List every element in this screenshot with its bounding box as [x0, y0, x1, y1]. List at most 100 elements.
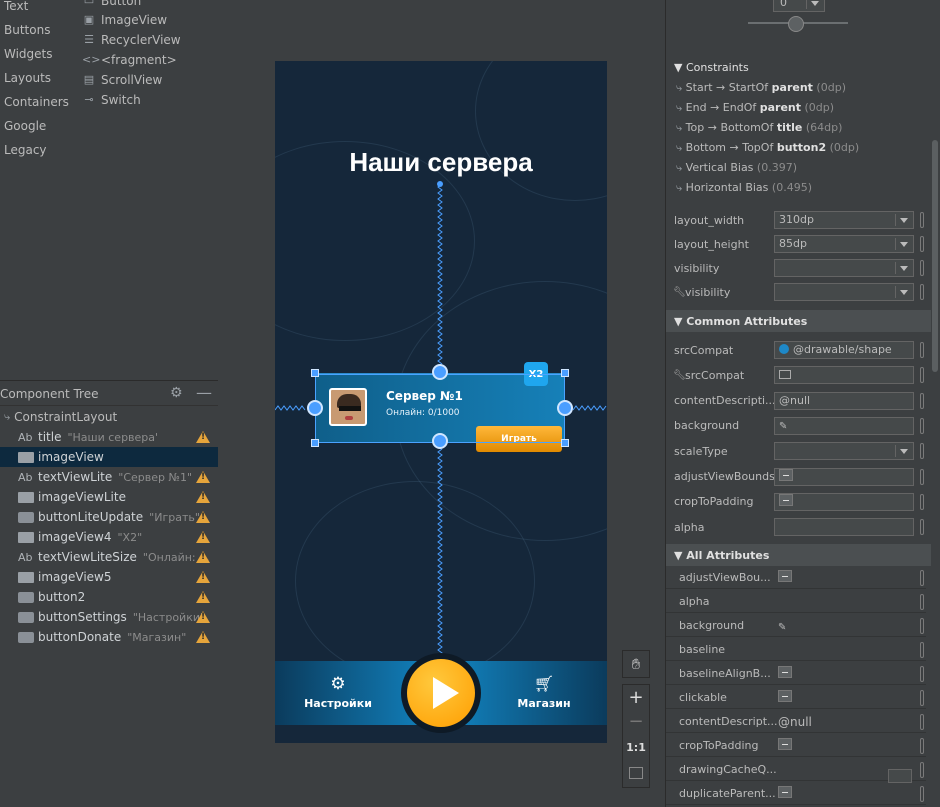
tree-row-textViewLite[interactable]: Ab textViewLite "Сервер №1" [0, 467, 218, 487]
attribute-reference-button[interactable] [920, 618, 924, 634]
tree-row-root[interactable]: ⤷ ConstraintLayout [0, 407, 218, 427]
attribute-reference-button[interactable] [920, 738, 924, 754]
tree-row-title[interactable]: Ab title "Наши сервера" [0, 427, 218, 447]
palette-category-google[interactable]: Google [4, 119, 46, 133]
constraint-row[interactable]: ⤷ Horizontal Bias (0.495) [676, 181, 812, 195]
attribute-reference-button[interactable] [920, 417, 924, 434]
attribute-reference-button[interactable] [920, 260, 924, 276]
attribute-value-field[interactable] [774, 366, 914, 385]
attribute-reference-button[interactable] [920, 468, 924, 485]
all-attributes-header[interactable]: ▼ All Attributes [666, 544, 931, 566]
attribute-reference-button[interactable] [920, 666, 924, 682]
attribute-reference-button[interactable] [920, 519, 924, 536]
attribute-reference-button[interactable] [920, 392, 924, 409]
palette-item-switch[interactable]: ⊸ Switch [82, 93, 140, 107]
palette-item-scrollview[interactable]: ▤ ScrollView [82, 73, 163, 87]
attribute-value-field[interactable] [774, 442, 914, 461]
attribute-value-field[interactable] [778, 666, 792, 681]
constraint-row[interactable]: ⤷ Bottom → TopOf button2 (0dp) [676, 141, 859, 155]
zoom-in-button[interactable]: + [623, 687, 649, 708]
attribute-value-field[interactable] [774, 259, 914, 277]
tree-row-button2[interactable]: button2 [0, 587, 218, 607]
attribute-value-field[interactable] [778, 690, 792, 705]
attribute-reference-button[interactable] [920, 762, 924, 778]
attribute-value-field[interactable] [778, 738, 792, 753]
warning-icon[interactable] [196, 491, 210, 503]
attribute-reference-button[interactable] [920, 642, 924, 658]
warning-icon[interactable] [196, 631, 210, 643]
palette-item-button[interactable]: ▭ Button [82, 0, 141, 8]
attribute-reference-button[interactable] [920, 786, 924, 802]
palette-category-legacy[interactable]: Legacy [4, 143, 47, 157]
common-attributes-header[interactable]: ▼ Common Attributes [666, 310, 931, 332]
warning-icon[interactable] [196, 571, 210, 583]
attribute-value-field[interactable]: ✎ [774, 416, 914, 435]
warning-icon[interactable] [196, 611, 210, 623]
palette-category-text[interactable]: Text [4, 0, 28, 13]
attribute-reference-button[interactable] [920, 594, 924, 610]
attribute-value-field[interactable]: @null [778, 715, 812, 729]
constraint-row[interactable]: ⤷ Start → StartOf parent (0dp) [676, 81, 846, 95]
warning-icon[interactable] [196, 431, 210, 443]
constraint-row[interactable]: ⤷ Vertical Bias (0.397) [676, 161, 797, 175]
attribute-reference-button[interactable] [920, 236, 924, 252]
palette-item-imageview[interactable]: ▣ ImageView [82, 13, 167, 27]
main-play-button[interactable] [407, 659, 475, 727]
attribute-value-field[interactable]: 310dp [774, 211, 914, 229]
palette-category-widgets[interactable]: Widgets [4, 47, 53, 61]
attribute-reference-button[interactable] [920, 284, 924, 300]
constraints-section[interactable]: ▼ Constraints [674, 61, 749, 74]
attribute-value-field[interactable] [774, 492, 914, 511]
palette-item-recyclerview[interactable]: ☰ RecyclerView [82, 33, 181, 47]
attribute-value-field[interactable] [774, 518, 914, 537]
attribute-reference-button[interactable] [920, 570, 924, 586]
warning-icon[interactable] [196, 511, 210, 523]
gear-icon[interactable]: ⚙ [170, 385, 183, 401]
attribute-value-field[interactable]: @null [774, 391, 914, 410]
attribute-reference-button[interactable] [920, 443, 924, 460]
palette-category-containers[interactable]: Containers [4, 95, 69, 109]
attribute-reference-button[interactable] [920, 690, 924, 706]
zoom-out-button[interactable]: − [623, 711, 649, 732]
zoom-actual-size-button[interactable]: 1:1 [623, 741, 649, 754]
tree-row-buttonSettings[interactable]: buttonSettings "Настройки" [0, 607, 218, 627]
constraint-row[interactable]: ⤷ Top → BottomOf title (64dp) [676, 121, 842, 135]
tree-row-imageViewLite[interactable]: imageViewLite [0, 487, 218, 507]
attribute-value-field[interactable] [778, 786, 792, 801]
palette-category-buttons[interactable]: Buttons [4, 23, 50, 37]
attribute-reference-button[interactable] [920, 212, 924, 228]
attribute-value-field[interactable]: ✎ [778, 619, 786, 633]
attribute-reference-button[interactable] [920, 493, 924, 510]
bias-slider-thumb[interactable] [788, 16, 804, 32]
attribute-value-field[interactable]: @drawable/shape [774, 341, 914, 359]
attribute-reference-button[interactable] [920, 367, 924, 384]
shop-button[interactable]: 🛒︎ Магазин [501, 675, 587, 711]
warning-icon[interactable] [196, 531, 210, 543]
tree-row-textViewLiteSize[interactable]: Ab textViewLiteSize "Онлайн: ... [0, 547, 218, 567]
warning-icon[interactable] [196, 471, 210, 483]
tree-row-imageView4[interactable]: imageView4 "X2" [0, 527, 218, 547]
pan-hand-icon[interactable]: ✋︎ [622, 650, 650, 678]
tree-row-buttonLiteUpdate[interactable]: buttonLiteUpdate "Играть" [0, 507, 218, 527]
chevron-down-icon[interactable] [888, 768, 912, 783]
palette-category-layouts[interactable]: Layouts [4, 71, 51, 85]
warning-icon[interactable] [196, 551, 210, 563]
minimize-icon[interactable]: — [196, 383, 212, 402]
settings-button[interactable]: ⚙ Настройки [295, 675, 381, 710]
palette-item-fragment[interactable]: <> <fragment> [82, 53, 177, 67]
warning-icon[interactable] [196, 591, 210, 603]
tree-row-imageView[interactable]: imageView [0, 447, 218, 467]
attribute-value-field[interactable] [778, 570, 792, 585]
attributes-scrollbar[interactable] [932, 140, 938, 372]
attribute-value-field[interactable] [774, 467, 914, 486]
attribute-value-field[interactable]: 85dp [774, 235, 914, 253]
attribute-reference-button[interactable] [920, 342, 924, 358]
attribute-value-field[interactable] [774, 283, 914, 301]
attribute-reference-button[interactable] [920, 714, 924, 730]
margin-spinner[interactable]: 0 [773, 0, 825, 12]
tree-row-buttonDonate[interactable]: buttonDonate "Магазин" [0, 627, 218, 647]
zoom-fit-icon[interactable] [629, 767, 643, 779]
constraint-row[interactable]: ⤷ End → EndOf parent (0dp) [676, 101, 834, 115]
tree-row-imageView5[interactable]: imageView5 [0, 567, 218, 587]
phone-preview[interactable]: Наши сервера Сервер №1 Онлайн: 0/1000 Иг… [275, 61, 607, 743]
